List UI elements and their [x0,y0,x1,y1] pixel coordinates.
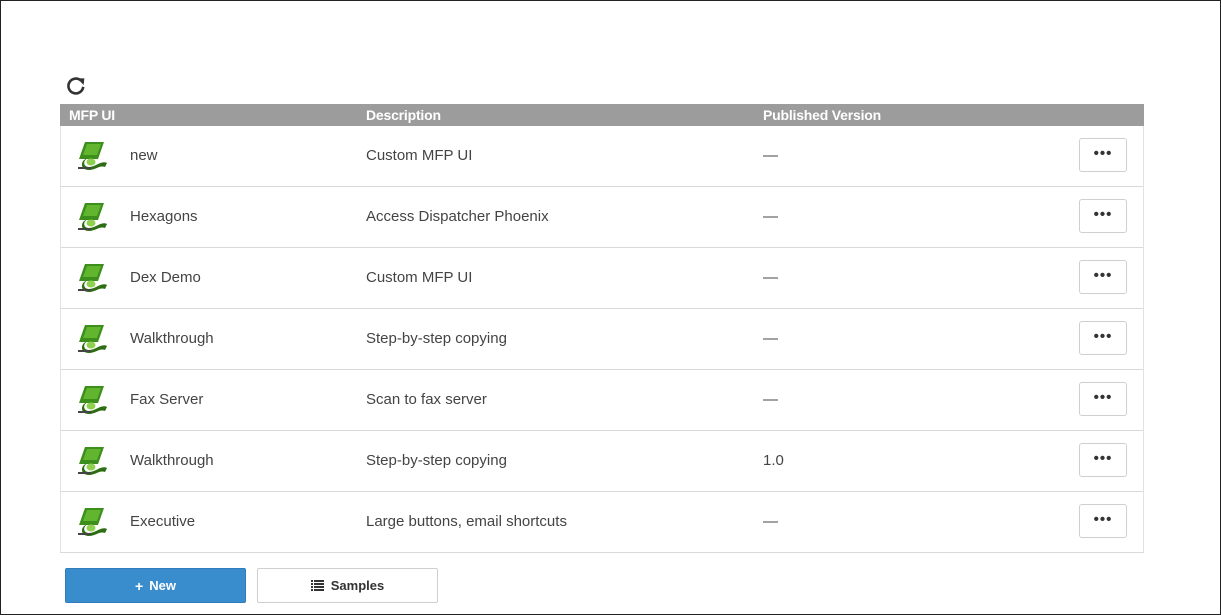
mfp-ui-app-icon [78,203,107,231]
table-row[interactable]: Hexagons Access Dispatcher Phoenix — ••• [61,187,1143,248]
column-header-published-version[interactable]: Published Version [763,104,881,126]
new-button[interactable]: + New [65,568,246,603]
table-row[interactable]: Fax Server Scan to fax server — ••• [61,370,1143,431]
row-published-version: — [763,147,778,164]
row-name: new [130,147,158,164]
mfp-ui-app-icon [78,508,107,536]
mfp-ui-app-icon [78,447,107,475]
row-published-version: — [763,330,778,347]
row-name: Walkthrough [130,330,214,347]
row-description: Step-by-step copying [366,330,507,347]
ellipsis-icon: ••• [1093,511,1113,528]
refresh-icon[interactable] [64,74,88,98]
row-name: Walkthrough [130,452,214,469]
table-body: new Custom MFP UI — ••• Hexagons Access … [61,126,1143,553]
row-description: Custom MFP UI [366,147,473,164]
table-row[interactable]: Dex Demo Custom MFP UI — ••• [61,248,1143,309]
row-name: Hexagons [130,208,198,225]
plus-icon: + [135,577,144,594]
column-header-mfp-ui[interactable]: MFP UI [69,104,115,126]
more-options-button[interactable]: ••• [1079,382,1127,416]
mfp-ui-table: MFP UI Description Published Version new… [60,104,1144,553]
table-header: MFP UI Description Published Version [60,104,1144,126]
more-options-button[interactable]: ••• [1079,138,1127,172]
table-row[interactable]: Walkthrough Step-by-step copying 1.0 ••• [61,431,1143,492]
ellipsis-icon: ••• [1093,145,1113,162]
row-published-version: — [763,391,778,408]
table-row[interactable]: Executive Large buttons, email shortcuts… [61,492,1143,553]
table-row[interactable]: new Custom MFP UI — ••• [61,126,1143,187]
row-published-version: — [763,208,778,225]
mfp-ui-app-icon [78,264,107,292]
ellipsis-icon: ••• [1093,267,1113,284]
table-row[interactable]: Walkthrough Step-by-step copying — ••• [61,309,1143,370]
mfp-ui-app-icon [78,142,107,170]
column-header-description[interactable]: Description [366,104,441,126]
row-published-version: 1.0 [763,452,784,469]
row-description: Custom MFP UI [366,269,473,286]
ellipsis-icon: ••• [1093,206,1113,223]
more-options-button[interactable]: ••• [1079,260,1127,294]
samples-button-label: Samples [330,578,385,593]
row-description: Access Dispatcher Phoenix [366,208,549,225]
mfp-ui-app-icon [78,325,107,353]
more-options-button[interactable]: ••• [1079,504,1127,538]
new-button-label: New [149,578,176,593]
more-options-button[interactable]: ••• [1079,321,1127,355]
row-published-version: — [763,269,778,286]
more-options-button[interactable]: ••• [1079,443,1127,477]
ellipsis-icon: ••• [1093,328,1113,345]
ellipsis-icon: ••• [1093,450,1113,467]
ellipsis-icon: ••• [1093,389,1113,406]
samples-button[interactable]: Samples [257,568,438,603]
mfp-ui-app-icon [78,386,107,414]
row-name: Dex Demo [130,269,201,286]
row-name: Fax Server [130,391,204,408]
row-description: Large buttons, email shortcuts [366,513,567,530]
list-icon [310,580,324,591]
row-name: Executive [130,513,196,530]
row-description: Step-by-step copying [366,452,507,469]
more-options-button[interactable]: ••• [1079,199,1127,233]
row-published-version: — [763,513,778,530]
row-description: Scan to fax server [366,391,487,408]
